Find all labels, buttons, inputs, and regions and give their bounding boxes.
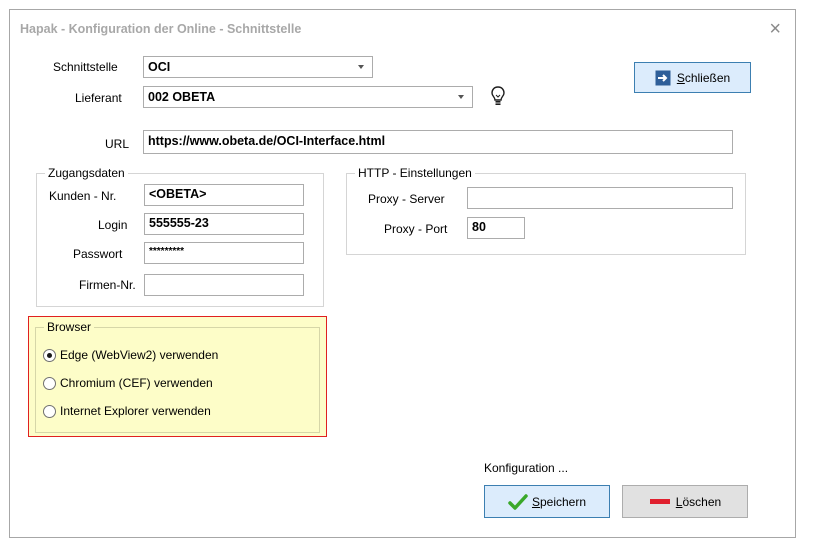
passwort-label: Passwort <box>73 247 123 261</box>
schliessen-label: Schließen <box>676 70 731 85</box>
schnittstelle-select[interactable]: OCI <box>143 56 373 78</box>
login-label: Login <box>98 218 128 232</box>
radio-label: Chromium (CEF) verwenden <box>60 376 213 390</box>
radio-label: Internet Explorer verwenden <box>60 404 211 418</box>
http-settings-legend: HTTP - Einstellungen <box>355 166 475 180</box>
proxy-server-field[interactable] <box>467 187 733 209</box>
proxy-server-label: Proxy - Server <box>368 192 445 206</box>
minus-icon <box>649 498 670 504</box>
lieferant-value: 002 OBETA <box>148 90 216 104</box>
kunden-nr-field[interactable]: <OBETA> <box>144 184 304 206</box>
konfiguration-label: Konfiguration ... <box>484 461 569 475</box>
login-field[interactable]: 555555-23 <box>144 213 304 235</box>
kunden-nr-label: Kunden - Nr. <box>49 189 117 203</box>
lieferant-select[interactable]: 002 OBETA <box>143 86 473 108</box>
radio-button[interactable] <box>43 404 56 418</box>
radio-label: Edge (WebView2) verwenden <box>60 348 219 362</box>
radio-button[interactable] <box>43 376 56 390</box>
radio-chromium-cef[interactable]: Chromium (CEF) verwenden <box>43 375 213 391</box>
radio-edge-webview2[interactable]: Edge (WebView2) verwenden <box>43 347 218 363</box>
lieferant-label: Lieferant <box>75 91 122 105</box>
close-icon[interactable]: × <box>769 18 781 40</box>
chevron-down-icon <box>458 95 464 99</box>
url-field[interactable]: https://www.obeta.de/OCI-Interface.html <box>143 130 733 154</box>
browser-legend: Browser <box>44 320 95 334</box>
speichern-label: Speichern <box>531 494 587 509</box>
http-settings-group: HTTP - Einstellungen <box>346 166 746 255</box>
schnittstelle-label: Schnittstelle <box>53 60 118 74</box>
passwort-field[interactable]: ********* <box>144 242 304 264</box>
radio-button-selected[interactable] <box>43 348 56 362</box>
proxy-port-label: Proxy - Port <box>384 222 448 236</box>
loeschen-label: Löschen <box>675 494 722 509</box>
firmen-nr-label: Firmen-Nr. <box>79 278 136 292</box>
zugangsdaten-legend: Zugangsdaten <box>45 166 128 180</box>
chevron-down-icon <box>358 65 364 69</box>
loeschen-button[interactable]: Löschen <box>622 485 748 518</box>
browser-highlight: Browser Edge (WebView2) verwenden Chromi… <box>28 316 327 437</box>
lightbulb-icon[interactable] <box>491 86 505 106</box>
window-title: Hapak - Konfiguration der Online - Schni… <box>20 22 302 36</box>
browser-group: Browser Edge (WebView2) verwenden Chromi… <box>35 320 320 433</box>
check-icon <box>508 493 528 510</box>
firmen-nr-field[interactable] <box>144 274 304 296</box>
schnittstelle-value: OCI <box>148 60 171 74</box>
config-dialog: Hapak - Konfiguration der Online - Schni… <box>9 9 796 538</box>
exit-icon <box>655 70 671 85</box>
speichern-button[interactable]: Speichern <box>484 485 610 518</box>
proxy-port-field[interactable]: 80 <box>467 217 525 239</box>
radio-internet-explorer[interactable]: Internet Explorer verwenden <box>43 403 211 419</box>
schliessen-button[interactable]: Schließen <box>634 62 751 93</box>
title-bar: Hapak - Konfiguration der Online - Schni… <box>10 10 795 48</box>
url-label: URL <box>105 137 130 151</box>
